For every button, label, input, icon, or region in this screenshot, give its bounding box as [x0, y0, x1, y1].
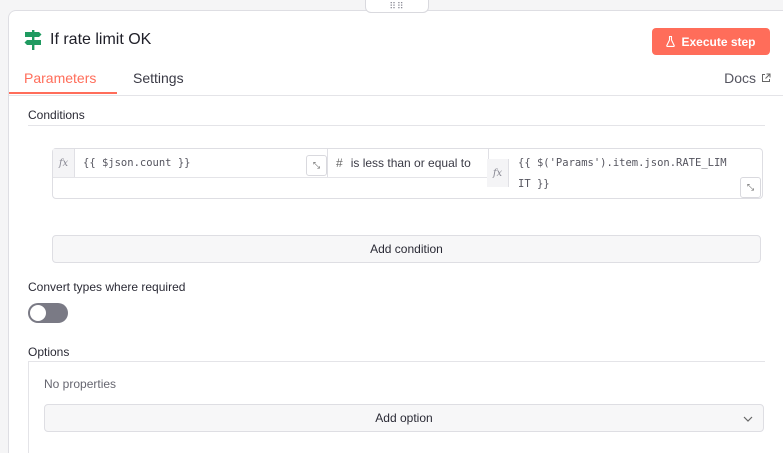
options-indent-rule — [28, 362, 29, 453]
fx-icon-right: fx — [487, 159, 509, 187]
execute-step-label: Execute step — [681, 34, 756, 49]
left-value-divider — [53, 177, 487, 178]
options-divider — [28, 361, 765, 362]
docs-label: Docs — [724, 70, 756, 86]
panel-drag-handle[interactable]: ⠿⠿ — [365, 0, 429, 13]
add-option-button[interactable]: Add option — [44, 404, 764, 432]
tab-parameters[interactable]: Parameters — [24, 70, 96, 86]
left-value-expression[interactable]: {{ $json.count }} — [83, 157, 190, 169]
execute-step-button[interactable]: Execute step — [652, 28, 770, 55]
panel-header: If rate limit OK Execute step Parameters… — [9, 11, 783, 96]
flask-icon — [666, 36, 676, 47]
no-properties-text: No properties — [44, 377, 117, 391]
add-option-label: Add option — [375, 411, 433, 425]
node-settings-panel: If rate limit OK Execute step Parameters… — [8, 10, 783, 453]
signpost-icon — [24, 30, 42, 50]
docs-link[interactable]: Docs — [724, 70, 771, 86]
conditions-section-label: Conditions — [28, 108, 85, 122]
node-title[interactable]: If rate limit OK — [50, 31, 151, 49]
add-condition-button[interactable]: Add condition — [52, 235, 761, 263]
right-value-expression[interactable]: {{ $('Params').item.json.RATE_LIM — [518, 157, 727, 169]
active-tab-indicator — [9, 92, 117, 94]
expand-expression-icon-right[interactable]: ⤡ — [740, 177, 761, 198]
options-section-label: Options — [28, 345, 70, 359]
conditions-divider — [28, 125, 765, 126]
right-value-expression-wrap[interactable]: IT }} — [518, 178, 550, 190]
expand-expression-icon[interactable]: ⤡ — [306, 155, 327, 176]
operator-label: is less than or equal to — [350, 156, 471, 170]
operator-select[interactable]: # is less than or equal to — [327, 149, 489, 177]
chevron-down-icon — [743, 416, 753, 422]
convert-types-label: Convert types where required — [28, 280, 186, 294]
number-type-icon: # — [336, 156, 343, 170]
external-link-icon — [762, 73, 771, 82]
fx-icon: fx — [53, 149, 75, 177]
tab-settings[interactable]: Settings — [133, 70, 184, 86]
convert-types-toggle[interactable] — [28, 303, 68, 323]
toggle-knob — [30, 305, 46, 321]
condition-row: fx {{ $json.count }} ⤡ # is less than or… — [52, 148, 763, 199]
panel-tabs: Parameters Settings Docs — [9, 63, 783, 96]
